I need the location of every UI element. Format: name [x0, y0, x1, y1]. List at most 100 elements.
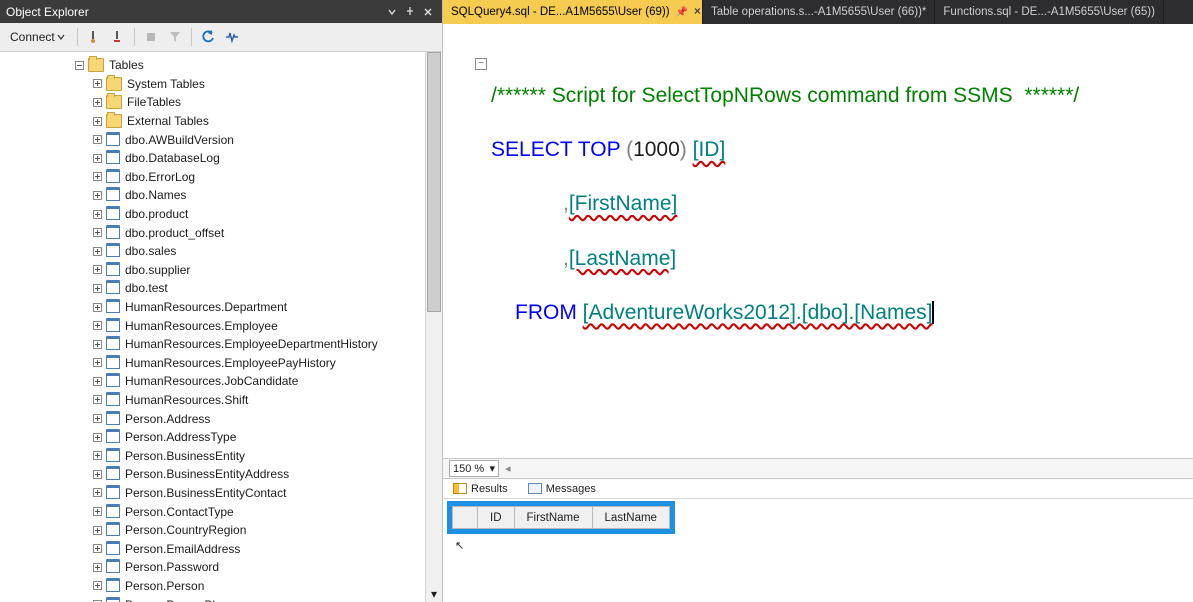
tree-node-folder[interactable]: External Tables — [0, 112, 442, 131]
expand-icon[interactable] — [90, 542, 104, 556]
tree-node-tables[interactable]: Tables — [0, 56, 442, 75]
tree-node-table[interactable]: Person.BusinessEntityAddress — [0, 465, 442, 484]
scroll-down-icon[interactable]: ▾ — [426, 585, 442, 602]
scroll-thumb[interactable] — [427, 52, 441, 312]
expand-icon[interactable] — [90, 337, 104, 351]
messages-tab[interactable]: Messages — [524, 479, 600, 498]
tree-node-table[interactable]: dbo.AWBuildVersion — [0, 130, 442, 149]
results-grid[interactable]: ID FirstName LastName — [452, 506, 670, 529]
row-header-blank[interactable] — [453, 507, 478, 529]
zoom-select[interactable]: 150 % ▾ — [449, 460, 499, 477]
pin-icon[interactable] — [402, 4, 418, 20]
tree-node-table[interactable]: Person.Person — [0, 577, 442, 596]
expand-icon[interactable] — [90, 449, 104, 463]
col-header-id[interactable]: ID — [478, 507, 515, 529]
disconnect-server-icon[interactable] — [108, 27, 128, 47]
tree-node-table[interactable]: dbo.product — [0, 205, 442, 224]
expand-icon[interactable] — [90, 560, 104, 574]
tab-sqlquery4[interactable]: SQLQuery4.sql - DE...A1M5655\User (69)) … — [443, 0, 703, 24]
tree-node-table[interactable]: dbo.test — [0, 279, 442, 298]
tree-node-table[interactable]: dbo.ErrorLog — [0, 168, 442, 187]
tree-view[interactable]: Tables System Tables FileTables External… — [0, 52, 442, 602]
expand-icon[interactable] — [90, 226, 104, 240]
expand-icon[interactable] — [90, 523, 104, 537]
tree-node-table[interactable]: Person.Password — [0, 558, 442, 577]
tree-node-table[interactable]: Person.BusinessEntityContact — [0, 484, 442, 503]
tab-table-operations[interactable]: Table operations.s...-A1M5655\User (66))… — [703, 0, 935, 24]
col-header-firstname[interactable]: FirstName — [514, 507, 592, 529]
col-header-lastname[interactable]: LastName — [592, 507, 669, 529]
connect-server-icon[interactable] — [84, 27, 104, 47]
collapse-icon[interactable]: ◂ — [505, 462, 511, 475]
sql-editor[interactable]: − /****** Script for SelectTopNRows comm… — [443, 24, 1193, 458]
expand-icon[interactable] — [90, 77, 104, 91]
kw-top: TOP — [578, 138, 620, 161]
expand-icon[interactable] — [90, 579, 104, 593]
tree-node-table[interactable]: Person.CountryRegion — [0, 521, 442, 540]
expand-icon[interactable] — [90, 412, 104, 426]
table-icon — [106, 338, 120, 350]
expand-icon[interactable] — [90, 170, 104, 184]
stop-icon[interactable] — [141, 27, 161, 47]
tree-node-table[interactable]: HumanResources.EmployeeDepartmentHistory — [0, 335, 442, 354]
tree-label: Person.BusinessEntity — [125, 449, 245, 463]
tree-node-table[interactable]: dbo.product_offset — [0, 223, 442, 242]
explorer-title-bar[interactable]: Object Explorer — [0, 0, 442, 23]
table-icon — [106, 468, 120, 480]
tab-label: Functions.sql - DE...-A1M5655\User (65)) — [943, 6, 1155, 18]
tree-node-table[interactable]: Person.PersonPhone — [0, 595, 442, 602]
outline-collapse-icon[interactable]: − — [475, 58, 487, 70]
pin-icon[interactable]: 📌 — [676, 7, 688, 18]
tree-node-table[interactable]: HumanResources.Employee — [0, 316, 442, 335]
expand-icon[interactable] — [90, 505, 104, 519]
results-label: Results — [471, 483, 508, 495]
expand-icon[interactable] — [90, 151, 104, 165]
tree-node-table[interactable]: Person.EmailAddress — [0, 539, 442, 558]
expand-icon[interactable] — [90, 244, 104, 258]
tree-node-folder[interactable]: FileTables — [0, 93, 442, 112]
expand-icon[interactable] — [90, 374, 104, 388]
tree-node-table[interactable]: HumanResources.Shift — [0, 391, 442, 410]
tree-node-table[interactable]: dbo.supplier — [0, 261, 442, 280]
expand-icon[interactable] — [90, 188, 104, 202]
tree-node-table[interactable]: Person.ContactType — [0, 502, 442, 521]
results-tab[interactable]: Results — [449, 479, 512, 498]
expand-icon[interactable] — [90, 430, 104, 444]
expand-icon[interactable] — [90, 95, 104, 109]
tree-node-table[interactable]: HumanResources.JobCandidate — [0, 372, 442, 391]
tree-node-table[interactable]: Person.AddressType — [0, 428, 442, 447]
collapse-icon[interactable] — [72, 58, 86, 72]
refresh-icon[interactable] — [198, 27, 218, 47]
tree-node-table[interactable]: Person.Address — [0, 409, 442, 428]
expand-icon[interactable] — [90, 281, 104, 295]
tab-functions[interactable]: Functions.sql - DE...-A1M5655\User (65)) — [935, 0, 1164, 24]
tree-label: dbo.product — [125, 207, 188, 221]
tree-node-table[interactable]: dbo.Names — [0, 186, 442, 205]
dropdown-icon[interactable] — [384, 4, 400, 20]
expand-icon[interactable] — [90, 319, 104, 333]
connect-button[interactable]: Connect — [6, 28, 71, 46]
tree-node-folder[interactable]: System Tables — [0, 75, 442, 94]
tree-node-table[interactable]: dbo.DatabaseLog — [0, 149, 442, 168]
expand-icon[interactable] — [90, 393, 104, 407]
tree-node-table[interactable]: HumanResources.EmployeePayHistory — [0, 354, 442, 373]
expand-icon[interactable] — [90, 300, 104, 314]
expand-icon[interactable] — [90, 114, 104, 128]
close-icon[interactable] — [420, 4, 436, 20]
close-icon[interactable]: × — [694, 6, 701, 18]
tree-node-table[interactable]: HumanResources.Department — [0, 298, 442, 317]
tree-node-table[interactable]: Person.BusinessEntity — [0, 446, 442, 465]
expand-icon[interactable] — [90, 486, 104, 500]
expand-icon[interactable] — [90, 207, 104, 221]
tree-scrollbar[interactable]: ▴ ▾ — [425, 52, 442, 602]
tree-node-table[interactable]: dbo.sales — [0, 242, 442, 261]
filter-icon[interactable] — [165, 27, 185, 47]
expand-icon[interactable] — [90, 598, 104, 602]
tree-label: Person.Person — [125, 579, 204, 593]
expand-icon[interactable] — [90, 133, 104, 147]
expand-icon[interactable] — [90, 356, 104, 370]
tree-label: HumanResources.Employee — [125, 319, 278, 333]
expand-icon[interactable] — [90, 467, 104, 481]
activity-icon[interactable] — [222, 27, 242, 47]
expand-icon[interactable] — [90, 263, 104, 277]
